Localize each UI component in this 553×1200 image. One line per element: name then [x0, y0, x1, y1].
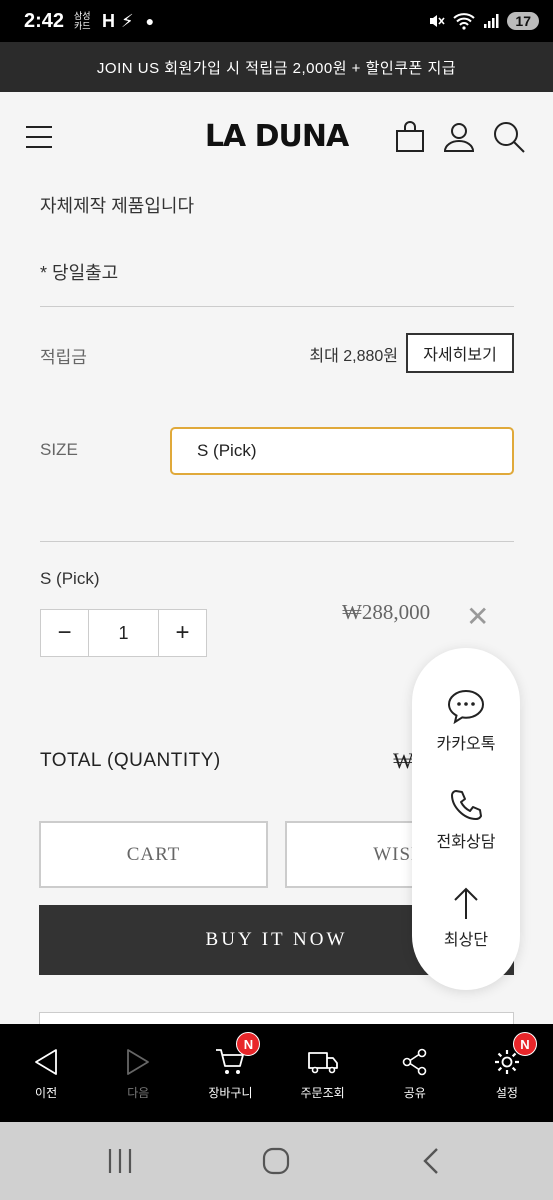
- quantity-input[interactable]: 1: [88, 610, 159, 656]
- kakao-talk-button[interactable]: 카카오톡: [412, 688, 520, 754]
- battery-level: 17: [507, 12, 539, 30]
- size-label: SIZE: [40, 440, 78, 459]
- wifi-icon: [453, 13, 476, 30]
- search-icon[interactable]: [492, 120, 526, 154]
- total-value: ₩: [393, 748, 414, 773]
- cart-new-badge: N: [236, 1032, 261, 1056]
- quantity-stepper: − 1 +: [40, 609, 207, 657]
- recent-apps-icon[interactable]: [106, 1146, 134, 1176]
- site-header: LA DUNA: [0, 92, 553, 182]
- remove-option-icon[interactable]: ✕: [466, 600, 489, 633]
- browser-toolbar: 이전 다음 장바구니 N 주문조회 공유 설정 N: [0, 1024, 553, 1122]
- kakao-talk-label: 카카오톡: [436, 736, 496, 753]
- mute-icon: [430, 15, 446, 27]
- back-triangle-icon: [35, 1049, 57, 1075]
- notification-dot-icon: ●: [145, 13, 155, 29]
- points-label: 적립금: [40, 348, 87, 367]
- phone-consult-button[interactable]: 전화상담: [412, 788, 520, 852]
- samsung-card-icon: 삼성 카드: [74, 11, 91, 31]
- toolbar-forward-label: 다음: [127, 1086, 150, 1100]
- toolbar-forward[interactable]: 다음: [92, 1024, 184, 1122]
- toolbar-cart[interactable]: 장바구니 N: [184, 1024, 276, 1122]
- back-icon[interactable]: [420, 1146, 442, 1176]
- points-detail-button[interactable]: 자세히보기: [406, 333, 514, 373]
- settings-new-badge: N: [512, 1032, 537, 1056]
- quantity-decrease-button[interactable]: −: [41, 610, 88, 656]
- selected-option-name: S (Pick): [40, 569, 100, 588]
- divider: [40, 306, 514, 307]
- promo-text: JOIN US 회원가입 시 적립금 2,000원 + 할인쿠폰 지급: [96, 59, 457, 77]
- signal-icon: [484, 14, 499, 28]
- status-time: 2:42: [24, 9, 65, 32]
- promo-banner[interactable]: JOIN US 회원가입 시 적립금 2,000원 + 할인쿠폰 지급: [0, 42, 553, 92]
- toolbar-share[interactable]: 공유: [369, 1024, 461, 1122]
- truck-icon: [307, 1052, 338, 1074]
- option-price: ₩288,000: [342, 600, 431, 624]
- phone-icon: [451, 790, 482, 820]
- home-icon[interactable]: [261, 1146, 291, 1176]
- quantity-increase-button[interactable]: +: [159, 610, 206, 656]
- product-note: 자체제작 제품입니다: [40, 196, 195, 216]
- scroll-top-button[interactable]: 최상단: [412, 886, 520, 950]
- toolbar-order[interactable]: 주문조회: [277, 1024, 369, 1122]
- cart-button[interactable]: CART: [39, 821, 268, 888]
- toolbar-back[interactable]: 이전: [0, 1024, 92, 1122]
- scroll-top-label: 최상단: [443, 932, 489, 949]
- product-shipping-note: * 당일출고: [40, 263, 119, 283]
- arrow-up-icon: [454, 887, 478, 919]
- points-value: 최대 2,880원: [309, 348, 398, 365]
- size-select[interactable]: S (Pick): [170, 427, 514, 475]
- divider: [40, 541, 514, 542]
- toolbar-share-label: 공유: [403, 1086, 426, 1100]
- toolbar-back-label: 이전: [35, 1086, 58, 1100]
- h-app-icon: H: [102, 10, 116, 31]
- forward-triangle-icon: [127, 1049, 150, 1075]
- status-bar: 2:42 삼성 카드 H ⚡ ● 17: [0, 0, 553, 42]
- system-navigation-bar: [0, 1122, 553, 1200]
- total-label: TOTAL (QUANTITY): [40, 750, 221, 771]
- user-icon[interactable]: [442, 120, 476, 154]
- share-icon: [402, 1048, 427, 1076]
- bolt-icon: ⚡: [121, 10, 134, 31]
- floating-contact-menu: 카카오톡 전화상담 최상단: [412, 648, 520, 990]
- toolbar-settings-label: 설정: [495, 1086, 518, 1100]
- toolbar-cart-label: 장바구니: [208, 1086, 253, 1100]
- toolbar-order-label: 주문조회: [300, 1086, 345, 1100]
- toolbar-settings[interactable]: 설정 N: [461, 1024, 553, 1122]
- phone-consult-label: 전화상담: [436, 834, 496, 851]
- chat-bubble-icon: [447, 689, 485, 724]
- cart-icon[interactable]: [393, 120, 427, 154]
